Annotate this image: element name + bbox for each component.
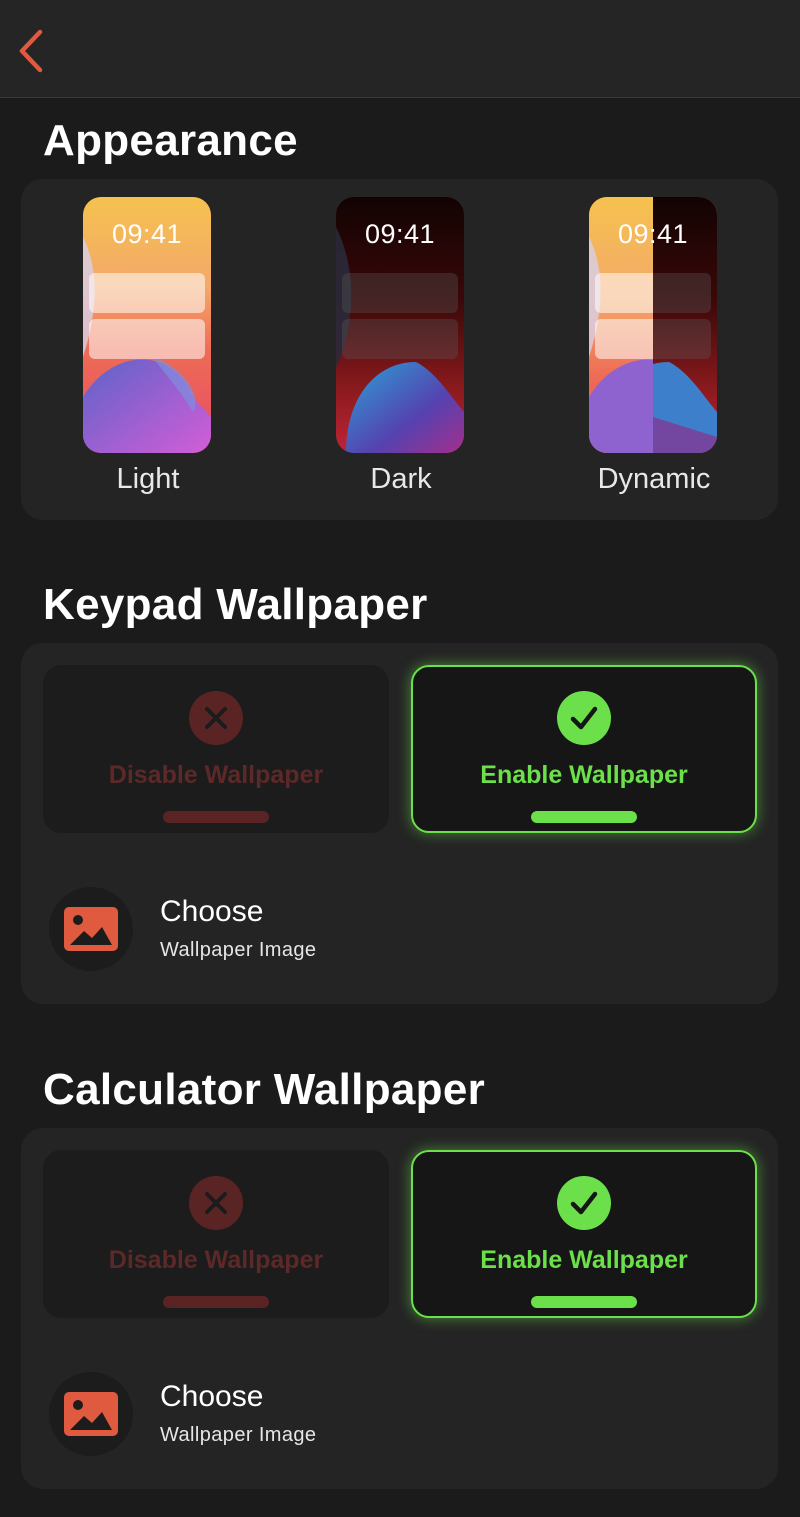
close-icon — [205, 1192, 227, 1214]
choose-subtitle: Wallpaper Image — [160, 1424, 317, 1446]
dynamic-time: 09:41 — [617, 219, 689, 249]
notification-placeholder — [342, 273, 458, 313]
calculator-wallpaper-title: Calculator Wallpaper — [43, 1065, 486, 1114]
appearance-title: Appearance — [43, 116, 298, 165]
enable-wallpaper-label: Enable Wallpaper — [480, 1246, 688, 1274]
theme-label-light: Light — [116, 463, 180, 495]
enable-indicator-bar — [531, 1296, 637, 1308]
checkmark-icon — [570, 706, 598, 730]
close-icon — [205, 707, 227, 729]
choose-wallpaper-image-row[interactable]: Choose Wallpaper Image — [49, 887, 649, 977]
theme-option-dynamic[interactable]: 09:41 Dynamic — [589, 197, 719, 495]
disable-wallpaper-label: Disable Wallpaper — [108, 1246, 324, 1274]
notification-placeholder — [342, 319, 458, 359]
disable-indicator-bar — [163, 1296, 269, 1308]
disable-wallpaper-button[interactable]: Disable Wallpaper — [43, 1150, 389, 1318]
enable-wallpaper-button[interactable]: Enable Wallpaper — [411, 1150, 757, 1318]
keypad-wallpaper-card: Disable Wallpaper Enable Wallpaper Choos… — [21, 643, 778, 1004]
light-time: 09:41 — [111, 219, 183, 249]
image-icon-wrap — [49, 1372, 133, 1456]
enable-circle — [557, 691, 611, 745]
choose-title: Choose — [160, 895, 264, 928]
appearance-card: 09:41 Light 09:41 Dark 09:41 Dynamic — [21, 179, 778, 520]
nav-bar — [0, 0, 800, 98]
enable-circle — [557, 1176, 611, 1230]
disable-circle — [189, 691, 243, 745]
keypad-wallpaper-title: Keypad Wallpaper — [43, 580, 428, 629]
theme-option-dark[interactable]: 09:41 Dark — [336, 197, 466, 495]
notification-placeholder — [595, 319, 711, 359]
notification-placeholder — [89, 319, 205, 359]
disable-indicator-bar — [163, 811, 269, 823]
theme-label-dynamic: Dynamic — [597, 463, 711, 495]
back-button[interactable] — [10, 22, 58, 78]
choose-title: Choose — [160, 1380, 264, 1413]
light-preview: 09:41 — [83, 197, 211, 453]
notification-placeholder — [595, 273, 711, 313]
enable-indicator-bar — [531, 811, 637, 823]
checkmark-icon — [570, 1191, 598, 1215]
dynamic-preview: 09:41 — [589, 197, 717, 453]
dark-preview: 09:41 — [336, 197, 464, 453]
disable-circle — [189, 1176, 243, 1230]
choose-subtitle: Wallpaper Image — [160, 939, 317, 961]
theme-label-dark: Dark — [370, 463, 432, 495]
dark-time: 09:41 — [364, 219, 436, 249]
disable-wallpaper-button[interactable]: Disable Wallpaper — [43, 665, 389, 833]
image-icon — [64, 907, 118, 951]
image-icon-wrap — [49, 887, 133, 971]
chevron-left-icon — [19, 29, 43, 73]
image-icon — [64, 1392, 118, 1436]
enable-wallpaper-label: Enable Wallpaper — [480, 761, 688, 789]
enable-wallpaper-button[interactable]: Enable Wallpaper — [411, 665, 757, 833]
theme-option-light[interactable]: 09:41 Light — [83, 197, 213, 495]
choose-wallpaper-image-row[interactable]: Choose Wallpaper Image — [49, 1372, 649, 1462]
calculator-wallpaper-card: Disable Wallpaper Enable Wallpaper Choos… — [21, 1128, 778, 1489]
disable-wallpaper-label: Disable Wallpaper — [108, 761, 324, 789]
notification-placeholder — [89, 273, 205, 313]
